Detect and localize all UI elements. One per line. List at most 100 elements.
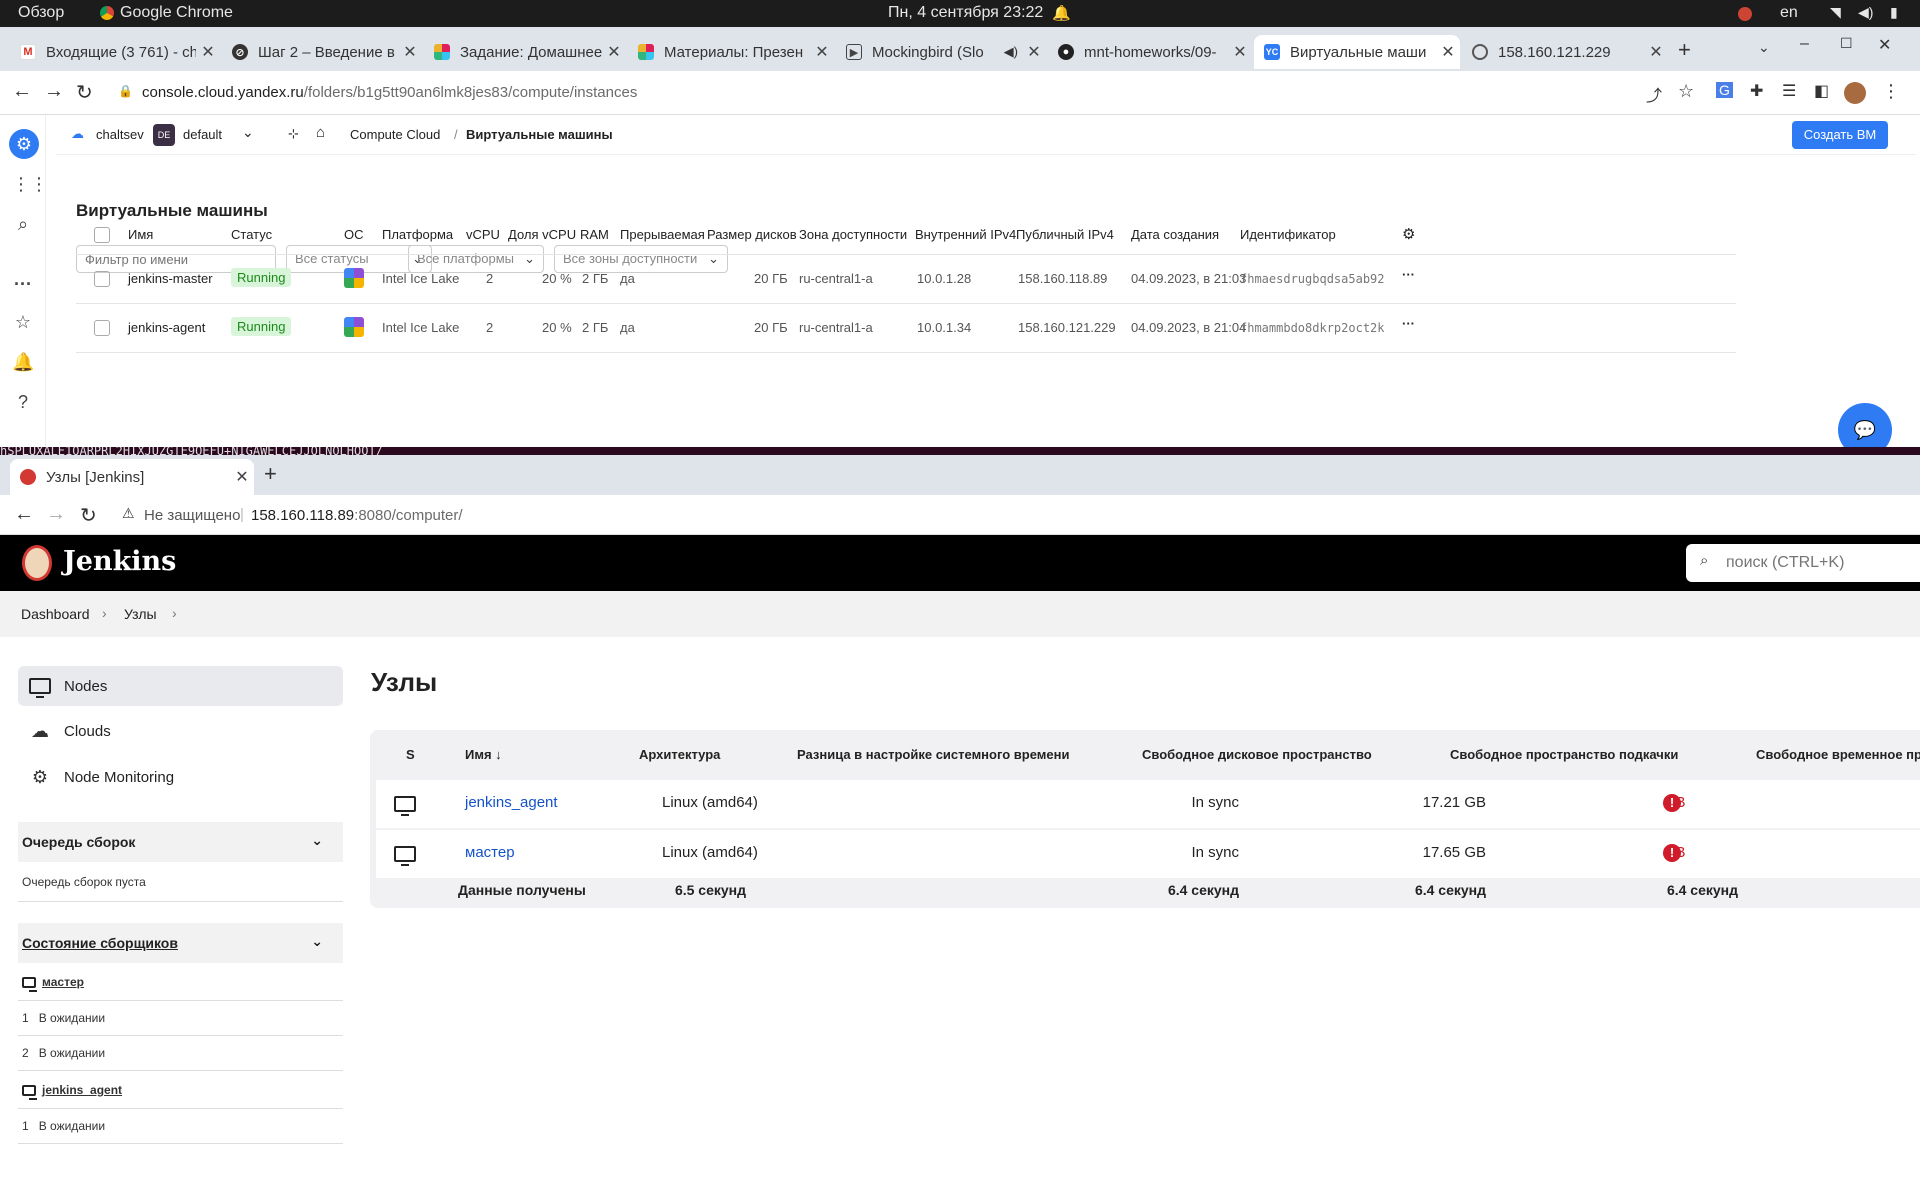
- reload-button[interactable]: ↻: [80, 503, 97, 528]
- node-link[interactable]: jenkins_agent: [465, 794, 558, 811]
- warning-triangle-icon[interactable]: ⚠: [122, 505, 135, 522]
- tab-slack-task[interactable]: Задание: Домашнее ✕: [424, 35, 626, 69]
- url-field[interactable]: 158.160.118.89:8080/computer/: [251, 507, 463, 524]
- more-dots-icon[interactable]: ···: [12, 273, 34, 295]
- favorites-star-icon[interactable]: ☆: [12, 311, 34, 333]
- executor-node[interactable]: jenkins_agent: [18, 1071, 343, 1109]
- back-button[interactable]: ←: [12, 80, 32, 103]
- tab-stepik[interactable]: ⊘ Шаг 2 – Введение в у ✕: [222, 35, 422, 69]
- executor-node[interactable]: мастер: [18, 963, 343, 1001]
- column-header[interactable]: Свободное дисковое пространство: [1142, 747, 1372, 762]
- bookmark-star-icon[interactable]: ☆: [1678, 81, 1694, 102]
- indicator-icon[interactable]: [1738, 7, 1752, 21]
- table-settings-gear-icon[interactable]: ⚙: [1402, 225, 1415, 243]
- breadcrumb-compute[interactable]: Compute Cloud: [350, 127, 440, 142]
- close-icon[interactable]: ✕: [1436, 42, 1460, 62]
- active-app-menu[interactable]: Google Chrome: [100, 4, 233, 22]
- column-header[interactable]: Дата создания: [1131, 227, 1219, 242]
- column-header[interactable]: Статус: [231, 227, 272, 242]
- volume-icon[interactable]: ◀): [1858, 4, 1873, 21]
- side-item-nodes[interactable]: Nodes: [18, 666, 343, 706]
- close-icon[interactable]: ✕: [196, 42, 220, 62]
- column-header[interactable]: vCPU: [466, 227, 500, 242]
- close-icon[interactable]: ✕: [230, 467, 254, 487]
- menu-kebab-icon[interactable]: ⋮: [1882, 81, 1900, 102]
- forward-button[interactable]: →: [44, 80, 64, 103]
- vm-name[interactable]: jenkins-agent: [128, 320, 205, 335]
- tab-ip[interactable]: 158.160.121.229 ✕: [1462, 35, 1668, 69]
- column-header[interactable]: RAM: [580, 227, 609, 242]
- breadcrumb-nodes[interactable]: Узлы: [124, 606, 157, 622]
- tab-youtube[interactable]: ▶ Mockingbird (Slo ◀) ✕: [836, 35, 1046, 69]
- node-row[interactable]: jenkins_agent Linux (amd64) In sync 17.2…: [376, 780, 1920, 828]
- forward-button[interactable]: →: [46, 503, 66, 526]
- column-header[interactable]: Платформа: [382, 227, 453, 242]
- close-window-button[interactable]: ✕: [1878, 35, 1891, 55]
- close-icon[interactable]: ✕: [1022, 42, 1046, 62]
- jenkins-logo-icon[interactable]: [22, 545, 52, 581]
- search-icon[interactable]: ⌕: [12, 213, 34, 235]
- reload-button[interactable]: ↻: [76, 80, 93, 105]
- column-header[interactable]: Внутренний IPv4: [915, 227, 1016, 242]
- profile-avatar[interactable]: [1844, 82, 1866, 104]
- tab-yandex-vms[interactable]: YC Виртуальные маши ✕: [1254, 35, 1460, 69]
- tab-gmail[interactable]: M Входящие (3 761) - ch ✕: [10, 35, 220, 69]
- column-header[interactable]: Размер дисков: [707, 227, 797, 242]
- column-header[interactable]: Доля vCPU: [508, 227, 576, 242]
- folder-name[interactable]: default: [183, 127, 222, 142]
- executors-header[interactable]: Состояние сборщиков ⌄: [18, 923, 343, 963]
- keyboard-layout[interactable]: en: [1780, 4, 1798, 22]
- row-checkbox[interactable]: [94, 320, 110, 336]
- close-icon[interactable]: ✕: [1228, 42, 1252, 62]
- services-icon[interactable]: ⊹: [288, 126, 299, 142]
- translate-icon[interactable]: G: [1716, 82, 1733, 98]
- column-header[interactable]: Свободное временное пр: [1756, 747, 1920, 762]
- column-header[interactable]: ОС: [344, 227, 364, 242]
- select-all-checkbox[interactable]: [94, 227, 110, 243]
- minimize-button[interactable]: –: [1800, 35, 1809, 53]
- column-header[interactable]: Прерываемая: [620, 227, 705, 242]
- share-icon[interactable]: ⤴: [1646, 82, 1662, 106]
- cloud-name[interactable]: chaltsev: [96, 127, 144, 142]
- search-box[interactable]: ⌕: [1686, 544, 1920, 582]
- tab-search-chevron-icon[interactable]: ⌄: [1758, 39, 1770, 56]
- tab-github[interactable]: ● mnt-homeworks/09- ✕: [1048, 35, 1252, 69]
- chevron-right-icon[interactable]: ›: [172, 605, 177, 621]
- column-header[interactable]: Зона доступности: [799, 227, 907, 242]
- vm-row[interactable]: jenkins-master Running Intel Ice Lake 2 …: [76, 255, 1736, 304]
- yandex-cloud-logo-icon[interactable]: ⚙: [9, 129, 39, 159]
- lock-icon[interactable]: 🔒: [118, 84, 133, 98]
- row-checkbox[interactable]: [94, 271, 110, 287]
- not-secure-label[interactable]: Не защищено: [144, 507, 240, 524]
- new-tab-button[interactable]: +: [1678, 37, 1691, 63]
- breadcrumb-dashboard[interactable]: Dashboard: [21, 606, 90, 622]
- wifi-icon[interactable]: ◥: [1830, 4, 1841, 21]
- audio-playing-icon[interactable]: ◀): [1004, 44, 1018, 60]
- column-header[interactable]: Имя ↓: [465, 747, 502, 762]
- close-icon[interactable]: ✕: [398, 42, 422, 62]
- row-actions-button[interactable]: ···: [1402, 316, 1415, 331]
- new-tab-button[interactable]: +: [264, 461, 277, 487]
- column-header[interactable]: Идентификатор: [1240, 227, 1336, 242]
- jenkins-brand[interactable]: Jenkins: [63, 546, 176, 577]
- close-icon[interactable]: ✕: [602, 42, 626, 62]
- vm-name[interactable]: jenkins-master: [128, 271, 213, 286]
- column-header[interactable]: Разница в настройке системного времени: [797, 747, 1069, 762]
- side-panel-icon[interactable]: ◧: [1814, 81, 1829, 101]
- activities-button[interactable]: Обзор: [18, 4, 64, 22]
- column-header[interactable]: Архитектура: [639, 747, 720, 762]
- search-input[interactable]: [1726, 550, 1916, 576]
- column-header[interactable]: Имя: [128, 227, 153, 242]
- services-grid-icon[interactable]: ⋮⋮: [12, 173, 48, 195]
- tab-jenkins-nodes[interactable]: Узлы [Jenkins] ✕: [10, 459, 254, 495]
- folder-chevron-down-icon[interactable]: ⌄: [242, 124, 254, 141]
- clock[interactable]: Пн, 4 сентября 23:22: [888, 4, 1043, 22]
- battery-icon[interactable]: ▮: [1890, 4, 1898, 21]
- build-queue-header[interactable]: Очередь сборок ⌄: [18, 822, 343, 862]
- bell-icon[interactable]: 🔔: [1052, 4, 1071, 22]
- maximize-button[interactable]: ☐: [1840, 35, 1853, 52]
- row-actions-button[interactable]: ···: [1402, 267, 1415, 282]
- column-header[interactable]: S: [406, 747, 415, 762]
- side-item-node-monitoring[interactable]: ⚙ Node Monitoring: [18, 757, 343, 797]
- column-header[interactable]: Публичный IPv4: [1016, 227, 1114, 242]
